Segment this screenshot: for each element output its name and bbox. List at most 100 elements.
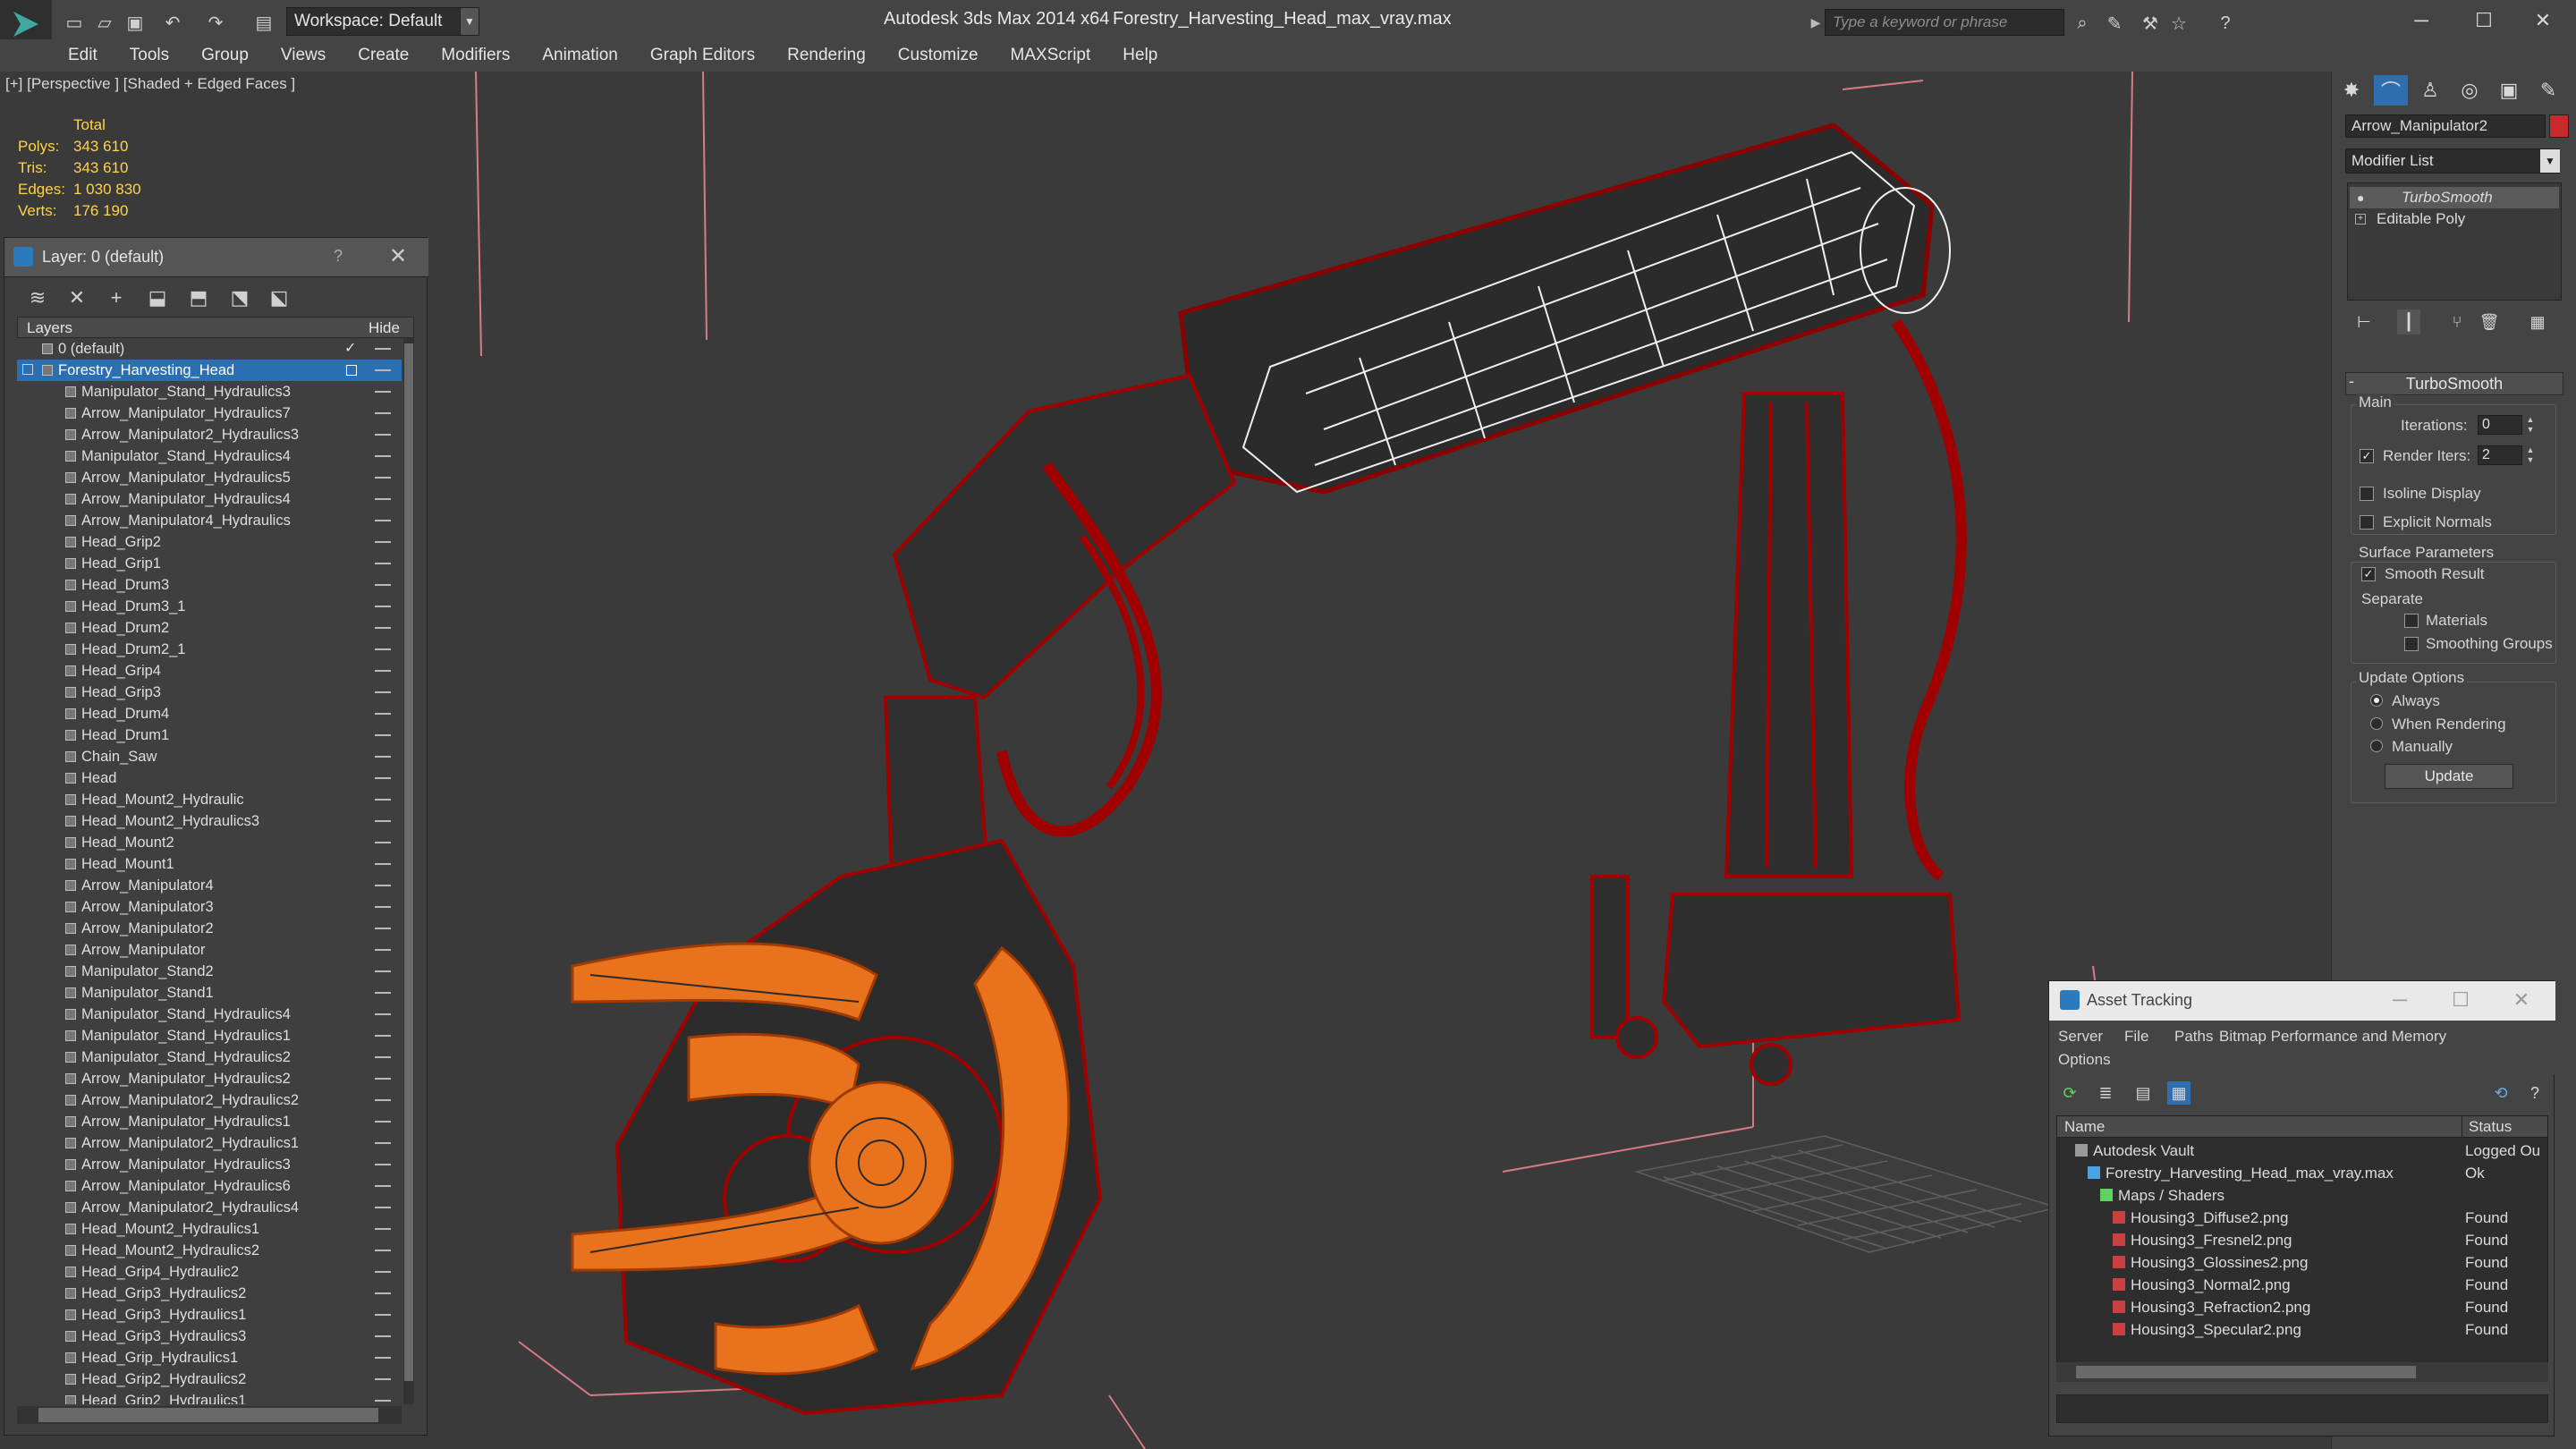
menu-rendering[interactable]: Rendering bbox=[787, 46, 866, 65]
object-row[interactable]: Head_Mount2_Hydraulics1 bbox=[17, 1218, 402, 1240]
object-row[interactable]: Head_Mount2_Hydraulic bbox=[17, 789, 402, 810]
hide-toggle[interactable] bbox=[375, 799, 391, 801]
menu-maxscript[interactable]: MAXScript bbox=[1011, 46, 1091, 65]
manually-radio[interactable] bbox=[2370, 740, 2383, 752]
hide-toggle[interactable] bbox=[375, 734, 391, 736]
object-row[interactable]: Arrow_Manipulator2 bbox=[17, 918, 402, 939]
hide-toggle[interactable] bbox=[375, 842, 391, 843]
object-row[interactable]: Arrow_Manipulator2_Hydraulics3 bbox=[17, 424, 402, 445]
chevron-down-icon[interactable]: ▼ bbox=[2540, 149, 2560, 173]
object-row[interactable]: Arrow_Manipulator_Hydraulics7 bbox=[17, 402, 402, 424]
menu-customize[interactable]: Customize bbox=[898, 46, 979, 65]
object-row[interactable]: Head_Grip3 bbox=[17, 682, 402, 703]
hide-toggle[interactable] bbox=[375, 1078, 391, 1080]
object-row[interactable]: Head_Mount1 bbox=[17, 853, 402, 875]
expand-icon[interactable] bbox=[22, 364, 33, 375]
object-row[interactable]: Head_Grip2_Hydraulics1 bbox=[17, 1390, 402, 1404]
add-icon[interactable]: + bbox=[103, 284, 130, 311]
object-row[interactable]: Head_Grip2 bbox=[17, 531, 402, 553]
object-row[interactable]: Head_Grip3_Hydraulics2 bbox=[17, 1283, 402, 1304]
object-row[interactable]: Head_Grip2_Hydraulics2 bbox=[17, 1368, 402, 1390]
smoothing-groups-checkbox[interactable] bbox=[2404, 637, 2419, 651]
help-icon[interactable]: ? bbox=[334, 247, 343, 266]
column-hide[interactable]: Hide bbox=[369, 319, 400, 337]
object-row[interactable]: Head_Drum3 bbox=[17, 574, 402, 596]
hide-toggle[interactable] bbox=[375, 863, 391, 865]
object-row[interactable]: Head_Drum4 bbox=[17, 703, 402, 724]
object-row[interactable]: Arrow_Manipulator_Hydraulics3 bbox=[17, 1154, 402, 1175]
stack-item-editable-poly[interactable]: + Editable Poly bbox=[2350, 208, 2559, 230]
asset-menu-paths[interactable]: Paths bbox=[2174, 1028, 2213, 1046]
utilities-tab-icon[interactable]: ✎ bbox=[2531, 75, 2565, 106]
object-row[interactable]: Head bbox=[17, 767, 402, 789]
object-row[interactable]: Arrow_Manipulator4 bbox=[17, 875, 402, 896]
list-view-icon[interactable]: ≣ bbox=[2094, 1081, 2117, 1105]
stack-item-turbosmooth[interactable]: ● TurboSmooth bbox=[2350, 187, 2559, 208]
object-row[interactable]: Arrow_Manipulator3 bbox=[17, 896, 402, 918]
hide-toggle[interactable] bbox=[375, 970, 391, 972]
object-row[interactable]: Head_Grip_Hydraulics1 bbox=[17, 1347, 402, 1368]
select-objects-icon[interactable]: ⬓ bbox=[144, 284, 171, 311]
scrollbar-thumb[interactable] bbox=[38, 1408, 378, 1422]
layer-create-icon[interactable]: ≋ bbox=[24, 284, 51, 311]
hide-toggle[interactable] bbox=[375, 1335, 391, 1337]
object-name-field[interactable]: Arrow_Manipulator2 bbox=[2345, 114, 2546, 138]
object-row[interactable]: Head_Grip4_Hydraulic2 bbox=[17, 1261, 402, 1283]
render-iters-spinner[interactable]: 2 bbox=[2478, 445, 2522, 465]
hide-toggle[interactable] bbox=[375, 584, 391, 586]
highlight-layer-icon[interactable]: ⬒ bbox=[185, 284, 212, 311]
remove-modifier-icon[interactable]: 🗑 bbox=[2478, 309, 2501, 335]
close-icon[interactable]: ✕ bbox=[389, 243, 407, 269]
hide-toggle[interactable] bbox=[375, 1142, 391, 1144]
asset-row[interactable]: Forestry_Harvesting_Head_max_vray.max Ok bbox=[2057, 1162, 2547, 1184]
project-folder-icon[interactable]: ▤ bbox=[252, 11, 275, 34]
column-name[interactable]: Name bbox=[2064, 1118, 2105, 1136]
hide-toggle[interactable] bbox=[375, 477, 391, 479]
asset-menu-server[interactable]: Server bbox=[2058, 1028, 2103, 1046]
maximize-icon[interactable]: ☐ bbox=[2460, 5, 2508, 36]
asset-row[interactable]: Housing3_Diffuse2.png Found bbox=[2057, 1207, 2547, 1229]
hide-all-icon[interactable]: ⬔ bbox=[226, 284, 253, 311]
redo-icon[interactable]: ↷ bbox=[204, 11, 227, 34]
hide-toggle[interactable] bbox=[375, 498, 391, 500]
hide-toggle[interactable] bbox=[375, 1271, 391, 1273]
chevron-down-icon[interactable]: ▼ bbox=[460, 7, 479, 36]
close-icon[interactable]: ✕ bbox=[2519, 5, 2567, 36]
hide-toggle[interactable] bbox=[375, 1035, 391, 1037]
search-input[interactable]: Type a keyword or phrase bbox=[1825, 9, 2064, 36]
hide-toggle[interactable] bbox=[375, 1164, 391, 1165]
lightbulb-icon[interactable]: ● bbox=[2357, 187, 2364, 208]
hide-toggle[interactable] bbox=[375, 713, 391, 715]
object-row[interactable]: Manipulator_Stand_Hydraulics4 bbox=[17, 1004, 402, 1025]
active-layer-box-icon[interactable] bbox=[346, 365, 357, 376]
scrollbar-thumb[interactable] bbox=[2076, 1366, 2416, 1378]
hide-toggle[interactable] bbox=[375, 627, 391, 629]
hide-toggle[interactable] bbox=[375, 670, 391, 672]
object-row[interactable]: Arrow_Manipulator2_Hydraulics4 bbox=[17, 1197, 402, 1218]
hide-toggle[interactable] bbox=[375, 520, 391, 521]
object-row[interactable]: Head_Grip3_Hydraulics1 bbox=[17, 1304, 402, 1326]
configure-sets-icon[interactable]: ▦ bbox=[2526, 309, 2549, 335]
hide-toggle[interactable] bbox=[375, 1185, 391, 1187]
asset-help-icon[interactable]: ? bbox=[2523, 1081, 2546, 1105]
hierarchy-tab-icon[interactable]: ♙ bbox=[2413, 75, 2447, 106]
spinner-arrows-icon[interactable]: ▲ ▼ bbox=[2524, 445, 2537, 465]
object-row[interactable]: Arrow_Manipulator bbox=[17, 939, 402, 961]
asset-menu-file[interactable]: File bbox=[2124, 1028, 2148, 1046]
hide-toggle[interactable] bbox=[375, 1099, 391, 1101]
make-unique-icon[interactable]: ⑂ bbox=[2445, 309, 2469, 335]
object-row[interactable]: Head_Drum2 bbox=[17, 617, 402, 639]
turbosmooth-rollout-header[interactable]: TurboSmooth bbox=[2345, 372, 2563, 395]
object-row[interactable]: Head_Drum1 bbox=[17, 724, 402, 746]
hide-toggle[interactable] bbox=[375, 1250, 391, 1251]
menu-create[interactable]: Create bbox=[358, 46, 409, 65]
asset-row[interactable]: Housing3_Glossines2.png Found bbox=[2057, 1251, 2547, 1274]
object-row[interactable]: Chain_Saw bbox=[17, 746, 402, 767]
object-row[interactable]: Arrow_Manipulator4_Hydraulics bbox=[17, 510, 402, 531]
hide-toggle[interactable] bbox=[375, 885, 391, 886]
menu-edit[interactable]: Edit bbox=[68, 46, 97, 65]
menu-animation[interactable]: Animation bbox=[542, 46, 618, 65]
asset-row[interactable]: Maps / Shaders bbox=[2057, 1184, 2547, 1207]
hide-toggle[interactable] bbox=[375, 348, 391, 350]
smooth-result-checkbox[interactable]: ✓ bbox=[2361, 567, 2376, 581]
